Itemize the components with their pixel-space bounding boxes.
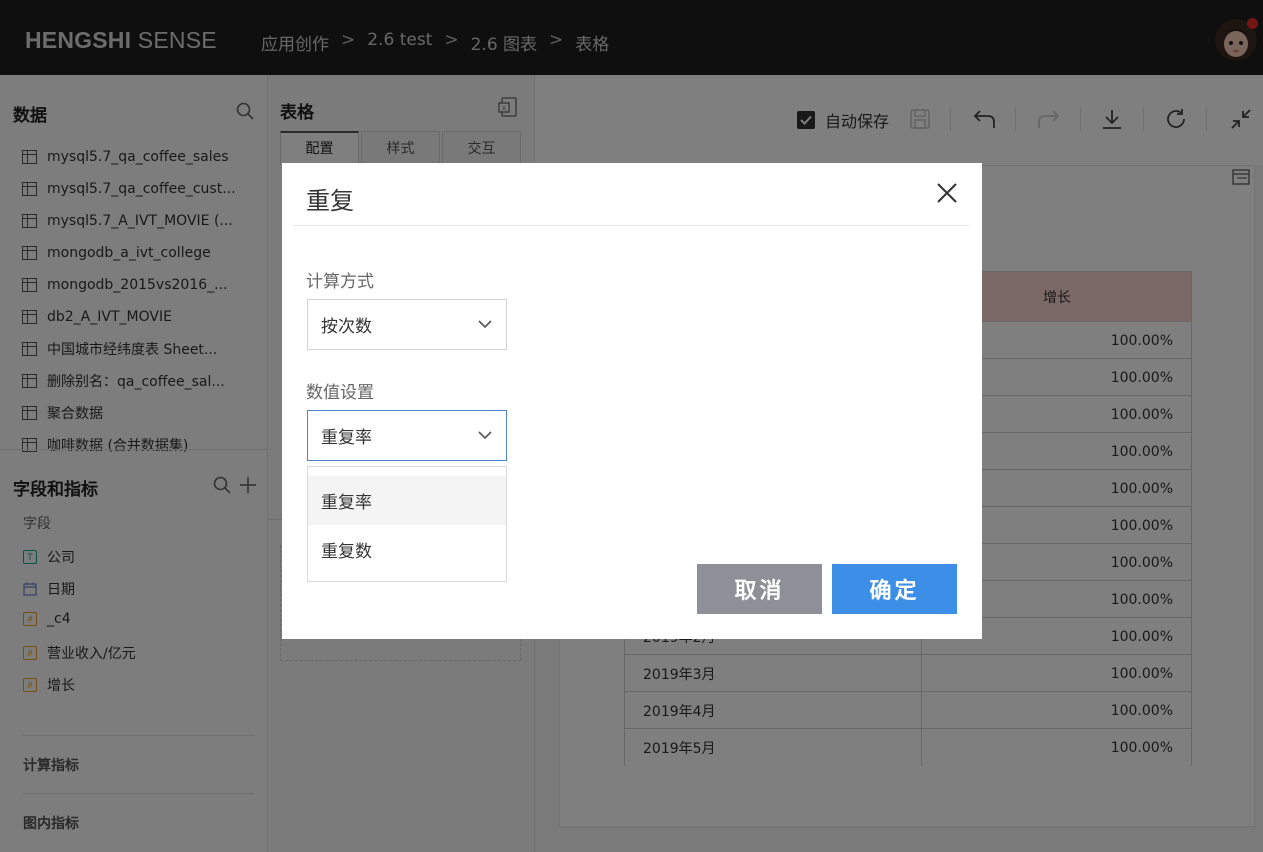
- value-setting-dropdown: 重复率 重复数: [307, 466, 507, 582]
- value-setting-select[interactable]: 重复率: [307, 410, 507, 461]
- option-repeat-rate[interactable]: 重复率: [308, 476, 506, 525]
- option-repeat-count[interactable]: 重复数: [308, 525, 506, 574]
- dialog-title: 重复: [306, 187, 354, 215]
- calc-method-select[interactable]: 按次数: [307, 299, 507, 350]
- dialog-divider: [293, 225, 969, 226]
- cancel-button[interactable]: 取消: [697, 564, 822, 614]
- close-icon[interactable]: [933, 179, 961, 207]
- calc-method-label: 计算方式: [306, 272, 374, 292]
- value-setting-label: 数值设置: [306, 383, 374, 403]
- confirm-button[interactable]: 确定: [832, 564, 957, 614]
- chevron-down-icon: [478, 320, 492, 329]
- chevron-down-icon: [478, 431, 492, 440]
- repeat-dialog: 重复 计算方式 按次数 数值设置 重复率 重复率 重复数 取消 确定: [282, 163, 982, 639]
